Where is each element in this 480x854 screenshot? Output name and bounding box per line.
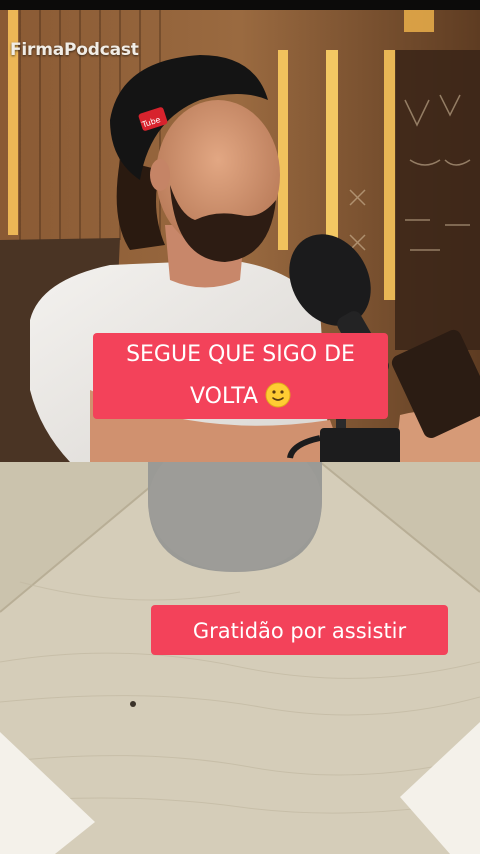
- follow-back-caption: SEGUE QUE SIGO DE VOLTA: [93, 333, 388, 419]
- table-top-view: [0, 462, 480, 854]
- channel-watermark: FirmaPodcast: [10, 40, 139, 60]
- wood-surface-illustration: [0, 462, 480, 854]
- slightly-smiling-face-icon: [265, 382, 291, 408]
- top-letterbox-bar: [0, 0, 480, 10]
- caption-line-2: VOLTA: [190, 384, 258, 409]
- caption-line-1: SEGUE QUE SIGO DE: [126, 342, 355, 367]
- thanks-for-watching-caption: Gratidão por assistir: [151, 605, 448, 655]
